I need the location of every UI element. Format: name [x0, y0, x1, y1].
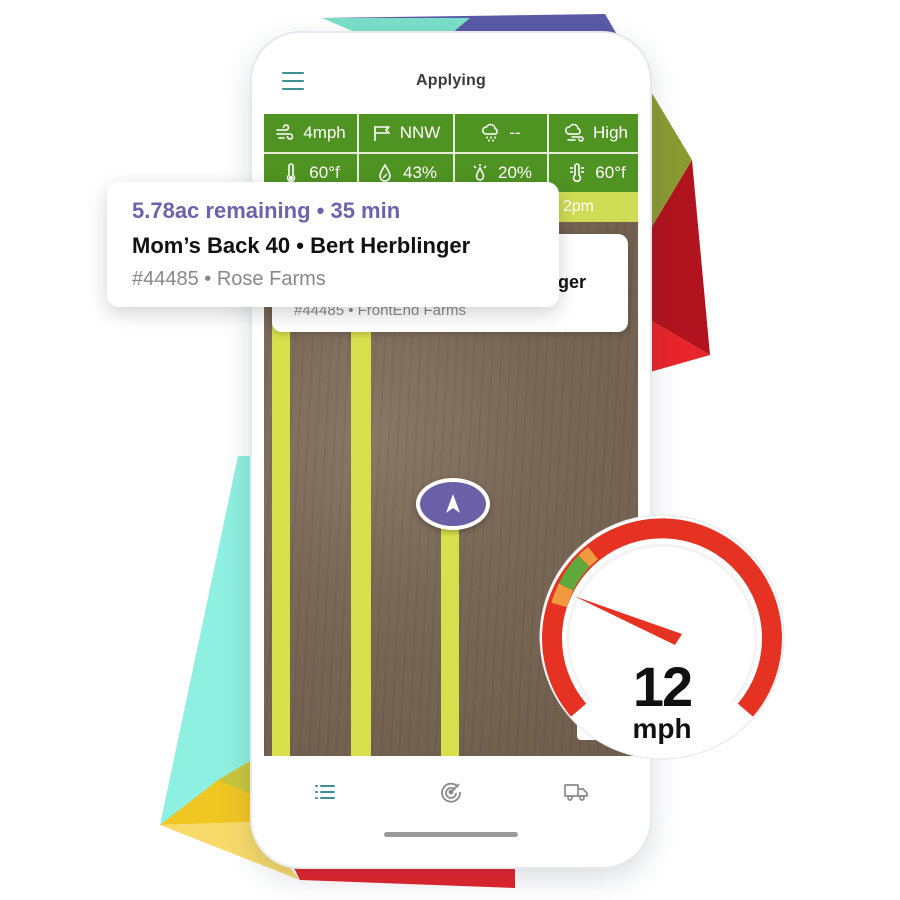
nav-target-button[interactable] — [435, 776, 467, 808]
job-subtitle: #44485 • Rose Farms — [132, 268, 326, 290]
page-title: Applying — [415, 72, 487, 89]
time-text: 2pm — [562, 198, 594, 215]
nav-list-button[interactable] — [309, 776, 341, 808]
job-remaining: 5.78ac remaining • 35 min — [132, 198, 401, 223]
weather-cell-rain: -- — [455, 114, 547, 152]
bottom-navigation — [264, 756, 638, 854]
vehicle-position-marker[interactable] — [416, 478, 490, 530]
current-path-line — [441, 512, 459, 756]
weather-cell-wind-speed: 4mph — [264, 114, 357, 152]
dew-point-icon — [570, 163, 585, 183]
rain-value: -- — [509, 123, 521, 142]
speedometer-orange-band — [551, 583, 574, 608]
home-indicator[interactable] — [384, 832, 518, 837]
rain-cloud-icon — [482, 123, 499, 142]
weather-cell-drift-risk: High — [549, 114, 638, 152]
weather-cell-wind-direction: NNW — [359, 114, 453, 152]
humidity-value: 43% — [402, 163, 438, 182]
precipitation-chance-icon — [473, 164, 487, 181]
dew-point-value: 60°f — [595, 163, 626, 182]
truck-icon — [564, 784, 588, 801]
wind-speed-value: 4mph — [303, 123, 346, 142]
job-card[interactable]: 5.78ac remaining • 35 min Mom’s Back 40 … — [107, 182, 559, 307]
list-icon — [315, 785, 335, 799]
humidity-drop-icon — [379, 163, 391, 182]
target-icon — [441, 782, 461, 803]
navigation-arrow-icon — [446, 494, 460, 513]
app-header: Applying — [264, 46, 638, 114]
temperature-value: 60°f — [309, 163, 340, 182]
wind-icon — [276, 124, 294, 140]
drift-risk-value: High — [593, 123, 628, 142]
nav-truck-button[interactable] — [560, 776, 592, 808]
speed-value: 12 — [632, 655, 693, 718]
weather-cell-dew-point: 60°f — [549, 154, 638, 192]
drift-risk-icon — [565, 123, 584, 142]
precip-chance-value: 20% — [497, 163, 533, 182]
job-title: Mom’s Back 40 • Bert Herblinger — [132, 233, 471, 258]
speed-unit: mph — [632, 713, 692, 744]
speedometer-orange-band — [578, 546, 599, 567]
wind-direction-value: NNW — [399, 123, 441, 142]
thermometer-icon — [287, 163, 296, 183]
wind-direction-flag-icon — [373, 126, 390, 141]
